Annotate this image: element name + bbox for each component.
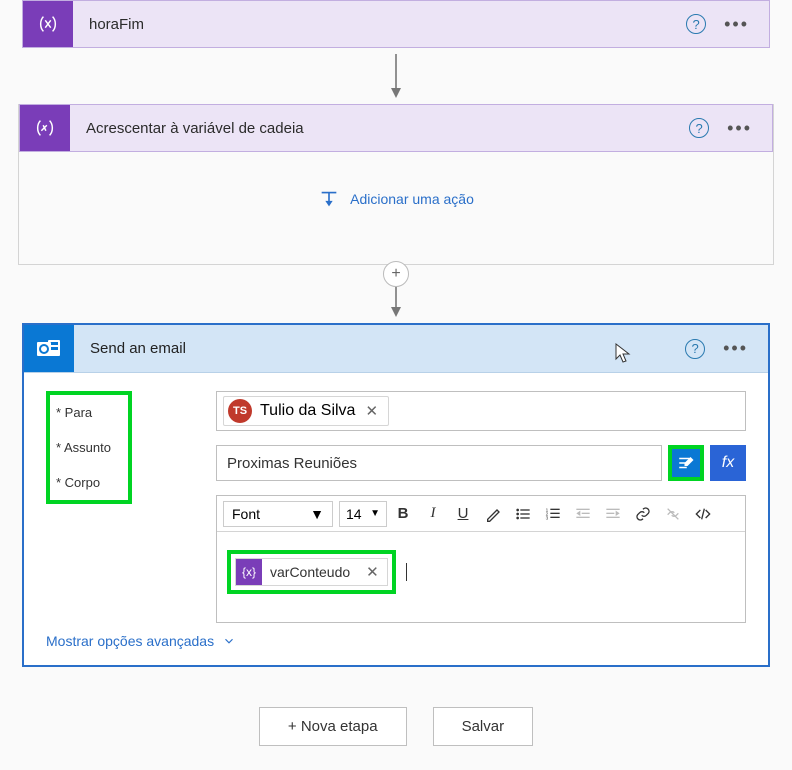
underline-button[interactable]: U bbox=[449, 500, 477, 528]
color-button[interactable] bbox=[479, 500, 507, 528]
action-card-send-email[interactable]: Send an email ? ••• * Para * Assunto * C… bbox=[22, 323, 770, 667]
insert-step-icon bbox=[318, 188, 340, 210]
add-action-label: Adicionar uma ação bbox=[350, 191, 474, 207]
connector-arrow bbox=[0, 54, 792, 98]
highlighted-labels: * Para * Assunto * Corpo bbox=[46, 391, 132, 504]
email-card-header[interactable]: Send an email ? ••• bbox=[24, 325, 768, 373]
add-step-button[interactable]: + bbox=[383, 261, 409, 287]
variable-icon: {x} bbox=[236, 559, 262, 585]
outlook-icon bbox=[24, 325, 74, 372]
label-assunto: * Assunto bbox=[56, 440, 122, 455]
label-para: * Para bbox=[56, 405, 122, 420]
variable-icon bbox=[20, 105, 70, 151]
unlink-button bbox=[659, 500, 687, 528]
body-editor[interactable]: Font▼ 14▼ B I U bbox=[216, 495, 746, 623]
avatar: TS bbox=[228, 399, 252, 423]
rte-content-area[interactable]: {x} varConteudo ✕ bbox=[217, 532, 745, 622]
chevron-down-icon bbox=[222, 634, 236, 648]
email-card-title: Send an email bbox=[74, 340, 186, 357]
show-advanced-toggle[interactable]: Mostrar opções avançadas bbox=[46, 633, 236, 649]
help-icon[interactable]: ? bbox=[686, 14, 706, 34]
to-field[interactable]: TS Tulio da Silva ✕ bbox=[216, 391, 746, 431]
help-icon[interactable]: ? bbox=[689, 118, 709, 138]
dynamic-content-button[interactable] bbox=[668, 445, 704, 481]
text-caret bbox=[406, 563, 407, 581]
action-card-horafim[interactable]: horaFim ? ••• bbox=[22, 0, 770, 48]
bulleted-list-button[interactable] bbox=[509, 500, 537, 528]
indent-button bbox=[599, 500, 627, 528]
action-title: horaFim bbox=[73, 16, 144, 33]
more-menu-icon[interactable]: ••• bbox=[727, 118, 752, 139]
font-family-select[interactable]: Font▼ bbox=[223, 501, 333, 527]
link-button[interactable] bbox=[629, 500, 657, 528]
more-menu-icon[interactable]: ••• bbox=[724, 14, 749, 35]
numbered-list-button[interactable]: 123 bbox=[539, 500, 567, 528]
font-family-label: Font bbox=[232, 506, 260, 522]
remove-token-icon[interactable]: ✕ bbox=[358, 563, 387, 581]
variable-token[interactable]: {x} varConteudo ✕ bbox=[235, 558, 388, 586]
scope-container: Acrescentar à variável de cadeia ? ••• A… bbox=[18, 104, 774, 265]
italic-button[interactable]: I bbox=[419, 500, 447, 528]
help-icon[interactable]: ? bbox=[685, 339, 705, 359]
save-button[interactable]: Salvar bbox=[433, 707, 534, 746]
connector-arrow bbox=[387, 287, 405, 317]
expression-button[interactable]: fx bbox=[710, 445, 746, 481]
bold-button[interactable]: B bbox=[389, 500, 417, 528]
font-size-label: 14 bbox=[346, 506, 362, 522]
recipient-chip[interactable]: TS Tulio da Silva ✕ bbox=[223, 396, 389, 426]
font-size-select[interactable]: 14▼ bbox=[339, 501, 387, 527]
remove-chip-icon[interactable]: ✕ bbox=[363, 402, 380, 420]
outdent-button bbox=[569, 500, 597, 528]
action-title: Acrescentar à variável de cadeia bbox=[70, 120, 304, 137]
new-step-button[interactable]: + Nova etapa bbox=[259, 707, 407, 746]
rte-toolbar: Font▼ 14▼ B I U bbox=[217, 496, 745, 532]
add-action-link[interactable]: Adicionar uma ação bbox=[19, 188, 773, 210]
fx-label: fx bbox=[722, 454, 734, 472]
show-advanced-label: Mostrar opções avançadas bbox=[46, 633, 214, 649]
label-corpo: * Corpo bbox=[56, 475, 122, 490]
recipient-name: Tulio da Silva bbox=[260, 402, 355, 420]
code-view-button[interactable] bbox=[689, 500, 717, 528]
highlighted-variable: {x} varConteudo ✕ bbox=[227, 550, 396, 594]
more-menu-icon[interactable]: ••• bbox=[723, 338, 748, 359]
variable-icon bbox=[23, 1, 73, 47]
action-card-appendvar[interactable]: Acrescentar à variável de cadeia ? ••• bbox=[19, 104, 773, 152]
variable-name: varConteudo bbox=[262, 564, 358, 580]
svg-text:3: 3 bbox=[546, 515, 549, 520]
subject-input[interactable] bbox=[216, 445, 662, 481]
